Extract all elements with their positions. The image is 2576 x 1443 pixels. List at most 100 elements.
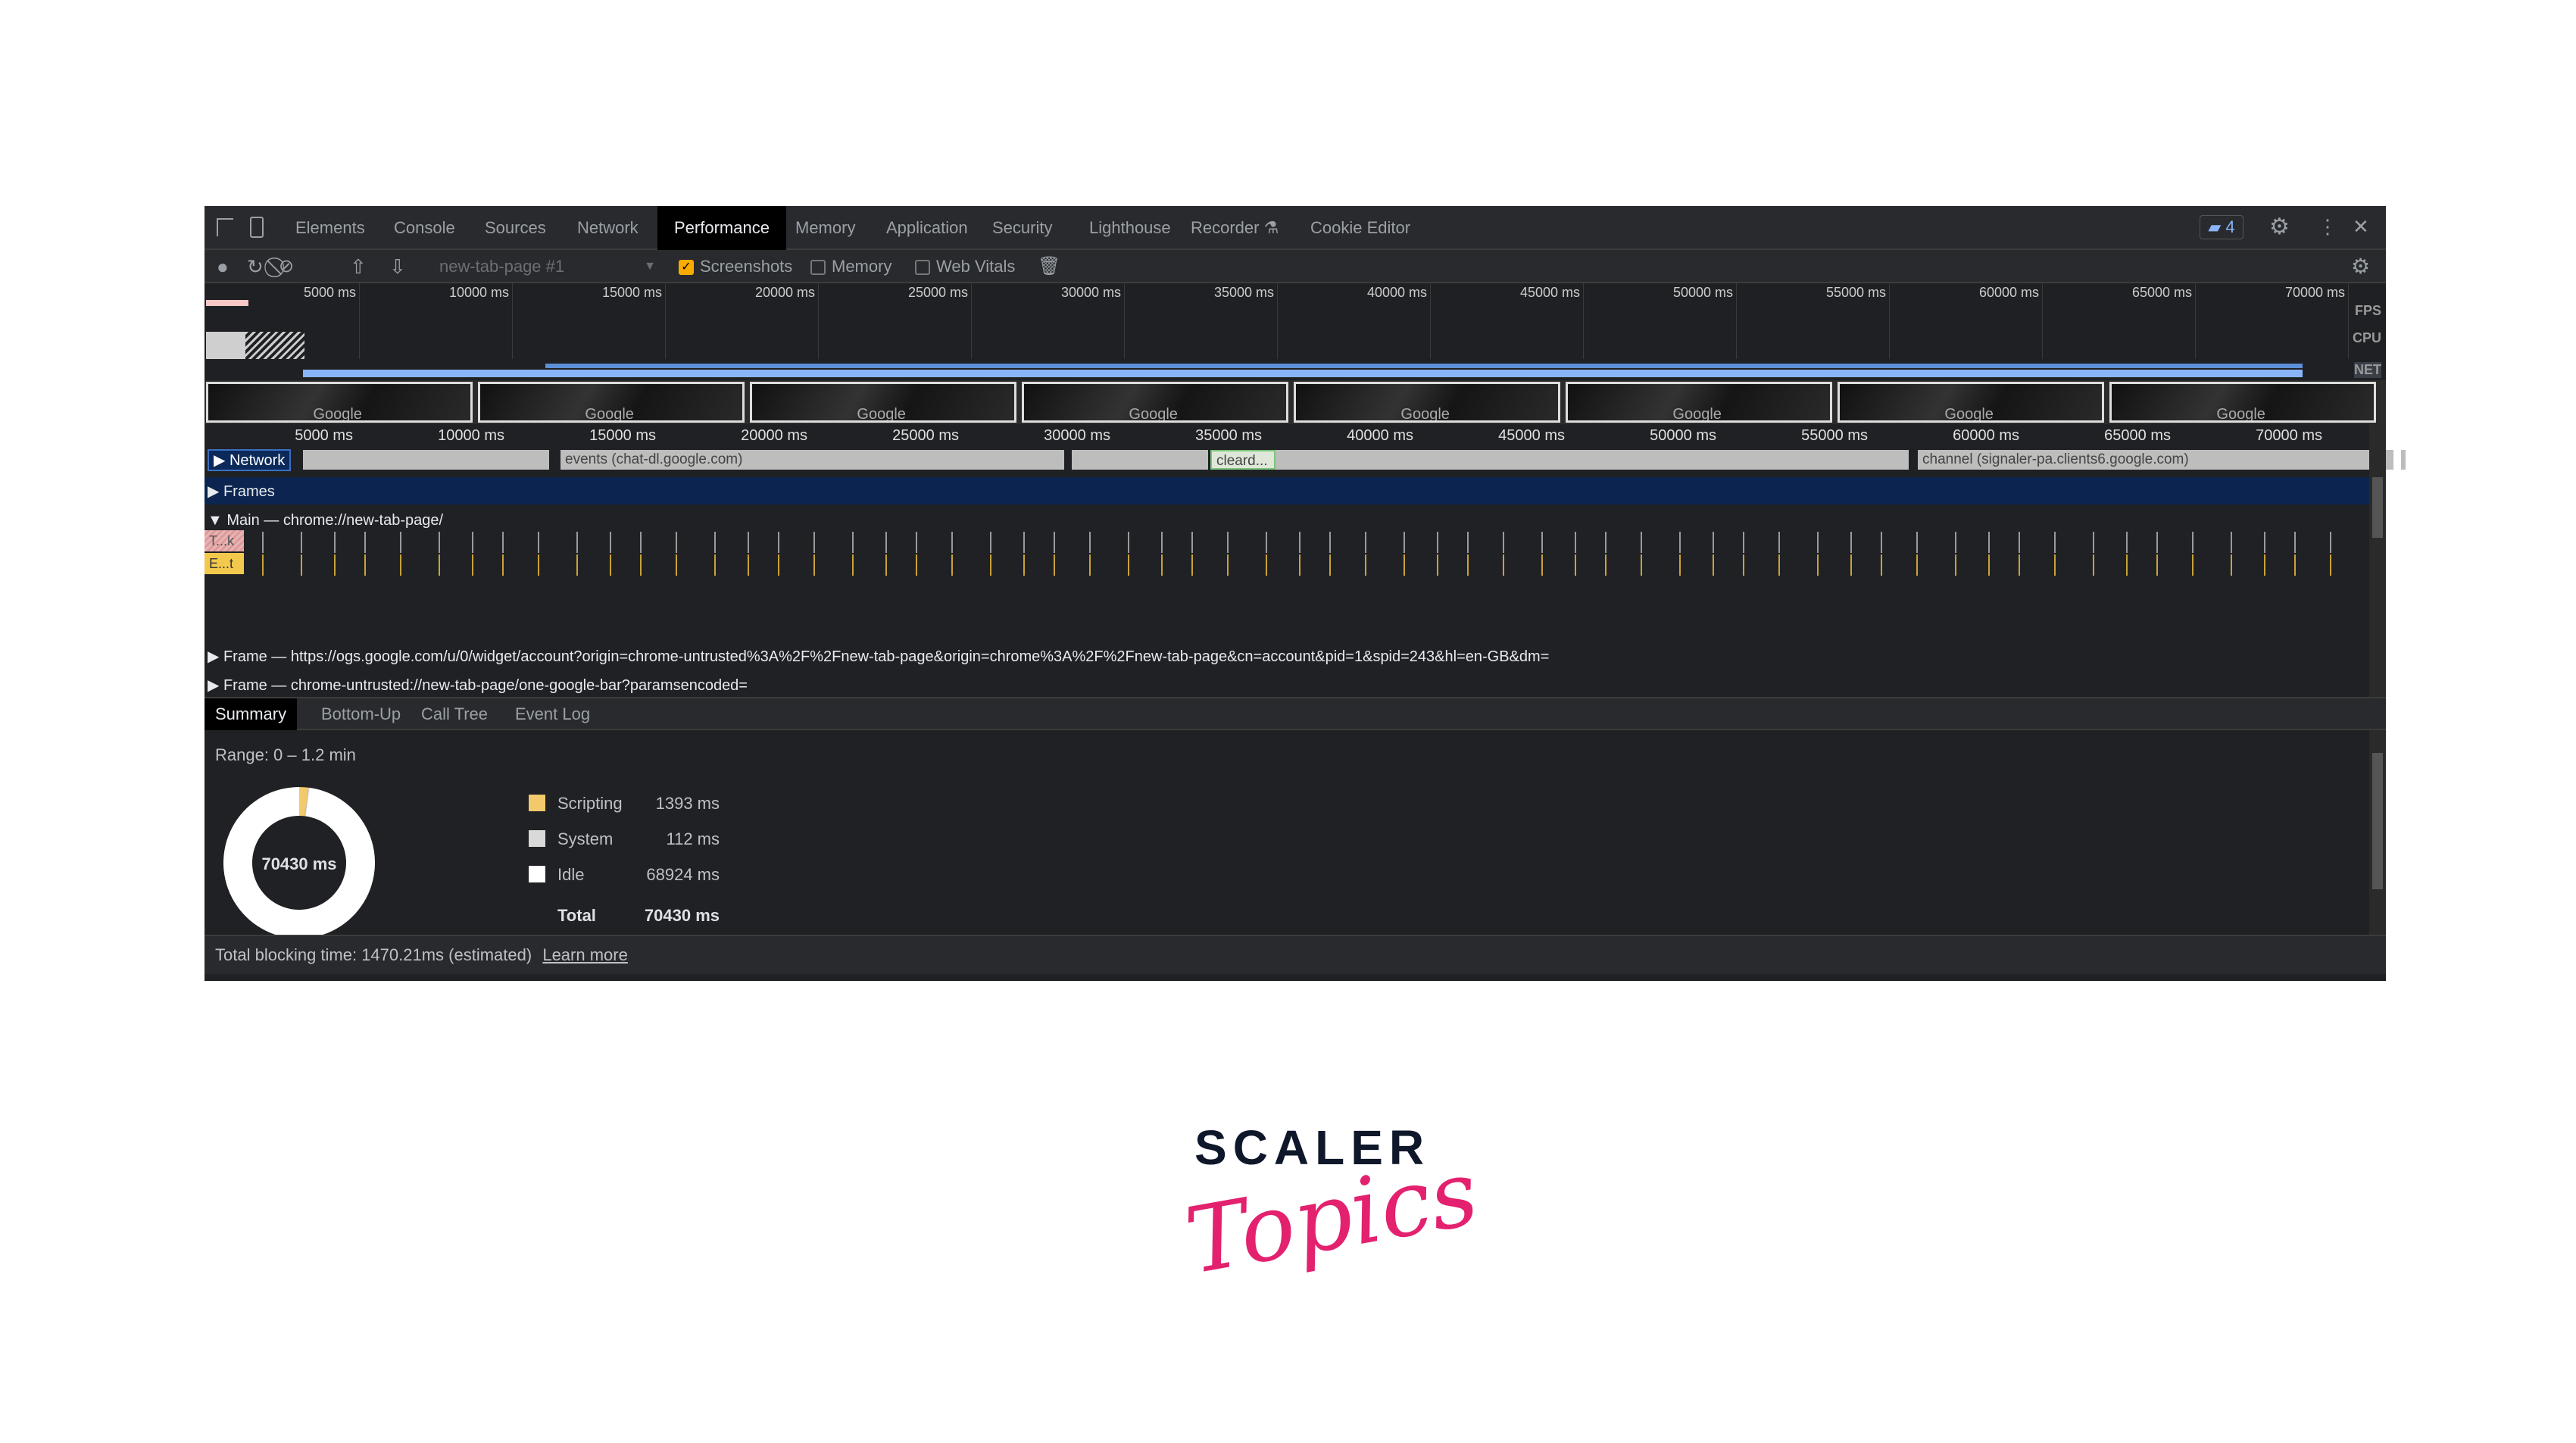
tab-network[interactable]: Network xyxy=(560,206,655,250)
event-marker[interactable] xyxy=(2231,554,2232,576)
event-marker[interactable] xyxy=(1850,554,1852,576)
event-marker[interactable] xyxy=(1089,532,1091,553)
event-marker[interactable] xyxy=(640,554,642,576)
trash-icon[interactable]: 🗑 xyxy=(1038,250,1060,283)
event-marker[interactable] xyxy=(676,532,677,553)
event-marker[interactable] xyxy=(301,532,302,553)
event-marker[interactable] xyxy=(1365,554,1366,576)
event-marker[interactable] xyxy=(1404,554,1405,576)
screenshot-thumbnail[interactable]: Google xyxy=(1294,382,1560,423)
tab-application[interactable]: Application xyxy=(870,206,985,250)
tab-memory[interactable]: Memory xyxy=(779,206,872,250)
event-marker[interactable] xyxy=(1641,554,1642,576)
screenshot-thumbnail[interactable]: Google xyxy=(1566,382,1832,423)
event-marker[interactable] xyxy=(2019,554,2020,576)
inspect-element-icon[interactable] xyxy=(217,218,233,236)
event-marker[interactable] xyxy=(990,554,991,576)
event-marker[interactable] xyxy=(1227,554,1229,576)
event-marker[interactable] xyxy=(400,554,401,576)
event-marker[interactable] xyxy=(852,554,854,576)
details-tab-call-tree[interactable]: Call Tree xyxy=(411,698,498,730)
event-marker[interactable] xyxy=(2330,554,2331,576)
screenshots-checkbox[interactable]: ✓ Screenshots xyxy=(679,250,792,283)
event-marker[interactable] xyxy=(951,554,953,576)
event-marker[interactable] xyxy=(334,532,336,553)
event-marker[interactable] xyxy=(502,554,504,576)
scrollbar-thumb[interactable] xyxy=(2372,477,2383,538)
device-toolbar-icon[interactable] xyxy=(250,217,264,238)
event-marker[interactable] xyxy=(1227,532,1229,553)
event-marker[interactable] xyxy=(916,554,917,576)
event-marker[interactable] xyxy=(2156,554,2158,576)
event-marker[interactable] xyxy=(538,532,539,553)
event-marker[interactable] xyxy=(1467,554,1469,576)
screenshot-thumbnail[interactable]: Google xyxy=(1022,382,1288,423)
event-marker[interactable] xyxy=(1437,532,1438,553)
event-marker[interactable] xyxy=(1161,532,1163,553)
event-marker[interactable] xyxy=(1266,532,1267,553)
details-tab-bottom-up[interactable]: Bottom-Up xyxy=(311,698,411,730)
event-marker[interactable] xyxy=(1881,554,1882,576)
learn-more-link[interactable]: Learn more xyxy=(542,945,628,964)
event-marker[interactable] xyxy=(714,554,716,576)
event-marker[interactable] xyxy=(538,554,539,576)
event-marker[interactable] xyxy=(1191,532,1193,553)
flame-chart[interactable]: events (chat-dl.google.com) cleard... ch… xyxy=(205,448,2406,697)
event-marker[interactable] xyxy=(1299,554,1300,576)
event-marker[interactable] xyxy=(1023,554,1025,576)
event-marker[interactable] xyxy=(1743,554,1744,576)
event-marker[interactable] xyxy=(1541,554,1543,576)
event-marker[interactable] xyxy=(1605,554,1606,576)
event-marker[interactable] xyxy=(1679,532,1681,553)
event-marker[interactable] xyxy=(2264,532,2265,553)
load-profile-icon[interactable]: ⇧ xyxy=(350,250,367,283)
event-marker[interactable] xyxy=(852,532,854,553)
event-marker[interactable] xyxy=(1437,554,1438,576)
event-marker[interactable] xyxy=(1641,532,1642,553)
capture-settings-gear-icon[interactable]: ⚙ xyxy=(2351,250,2370,283)
event-marker[interactable] xyxy=(2192,532,2194,553)
screenshot-thumbnail[interactable]: Google xyxy=(1838,382,2104,423)
event-marker[interactable] xyxy=(748,554,749,576)
frame-track-toggle[interactable]: ▶ Frame — chrome-untrusted://new-tab-pag… xyxy=(208,676,748,695)
event-marker[interactable] xyxy=(1128,554,1129,576)
event-marker[interactable] xyxy=(1955,554,1956,576)
event-marker[interactable] xyxy=(1778,532,1780,553)
event-marker[interactable] xyxy=(1089,554,1091,576)
event-marker[interactable] xyxy=(1299,532,1300,553)
event-marker[interactable] xyxy=(2192,554,2194,576)
event-marker[interactable] xyxy=(334,554,336,576)
event-marker[interactable] xyxy=(885,554,887,576)
event-marker[interactable] xyxy=(576,554,578,576)
clear-circle-icon[interactable]: ⊘ xyxy=(279,250,294,283)
event-marker[interactable] xyxy=(1054,532,1055,553)
event-marker[interactable] xyxy=(364,532,366,553)
event-marker[interactable] xyxy=(1329,554,1331,576)
event-marker[interactable] xyxy=(1916,554,1918,576)
event-marker[interactable] xyxy=(502,532,504,553)
reload-record-icon[interactable]: ↻ xyxy=(247,250,264,283)
event-marker[interactable] xyxy=(439,554,440,576)
event-marker[interactable] xyxy=(1161,554,1163,576)
event-marker[interactable] xyxy=(885,532,887,553)
event-marker[interactable] xyxy=(2054,554,2056,576)
event-marker[interactable] xyxy=(472,554,473,576)
web-vitals-checkbox[interactable]: Web Vitals xyxy=(915,250,1015,283)
event-marker[interactable] xyxy=(813,554,815,576)
event-marker[interactable] xyxy=(1955,532,1956,553)
issues-badge[interactable]: ▰ 4 xyxy=(2200,215,2243,239)
event-marker[interactable] xyxy=(2126,554,2128,576)
event-marker[interactable] xyxy=(951,532,953,553)
settings-gear-icon[interactable]: ⚙ xyxy=(2269,214,2290,240)
event-marker[interactable] xyxy=(576,532,578,553)
event-marker[interactable] xyxy=(778,554,779,576)
event-marker[interactable] xyxy=(1191,554,1193,576)
tab-lighthouse[interactable]: Lighthouse xyxy=(1073,206,1188,250)
record-icon[interactable]: ● xyxy=(217,250,229,283)
screenshot-thumbnail[interactable]: Google xyxy=(478,382,745,423)
save-profile-icon[interactable]: ⇩ xyxy=(389,250,406,283)
profile-select[interactable]: new-tab-page #1 ▼ xyxy=(439,250,656,283)
event-marker[interactable] xyxy=(610,554,611,576)
event-marker[interactable] xyxy=(262,554,264,576)
event-marker[interactable] xyxy=(2126,532,2128,553)
